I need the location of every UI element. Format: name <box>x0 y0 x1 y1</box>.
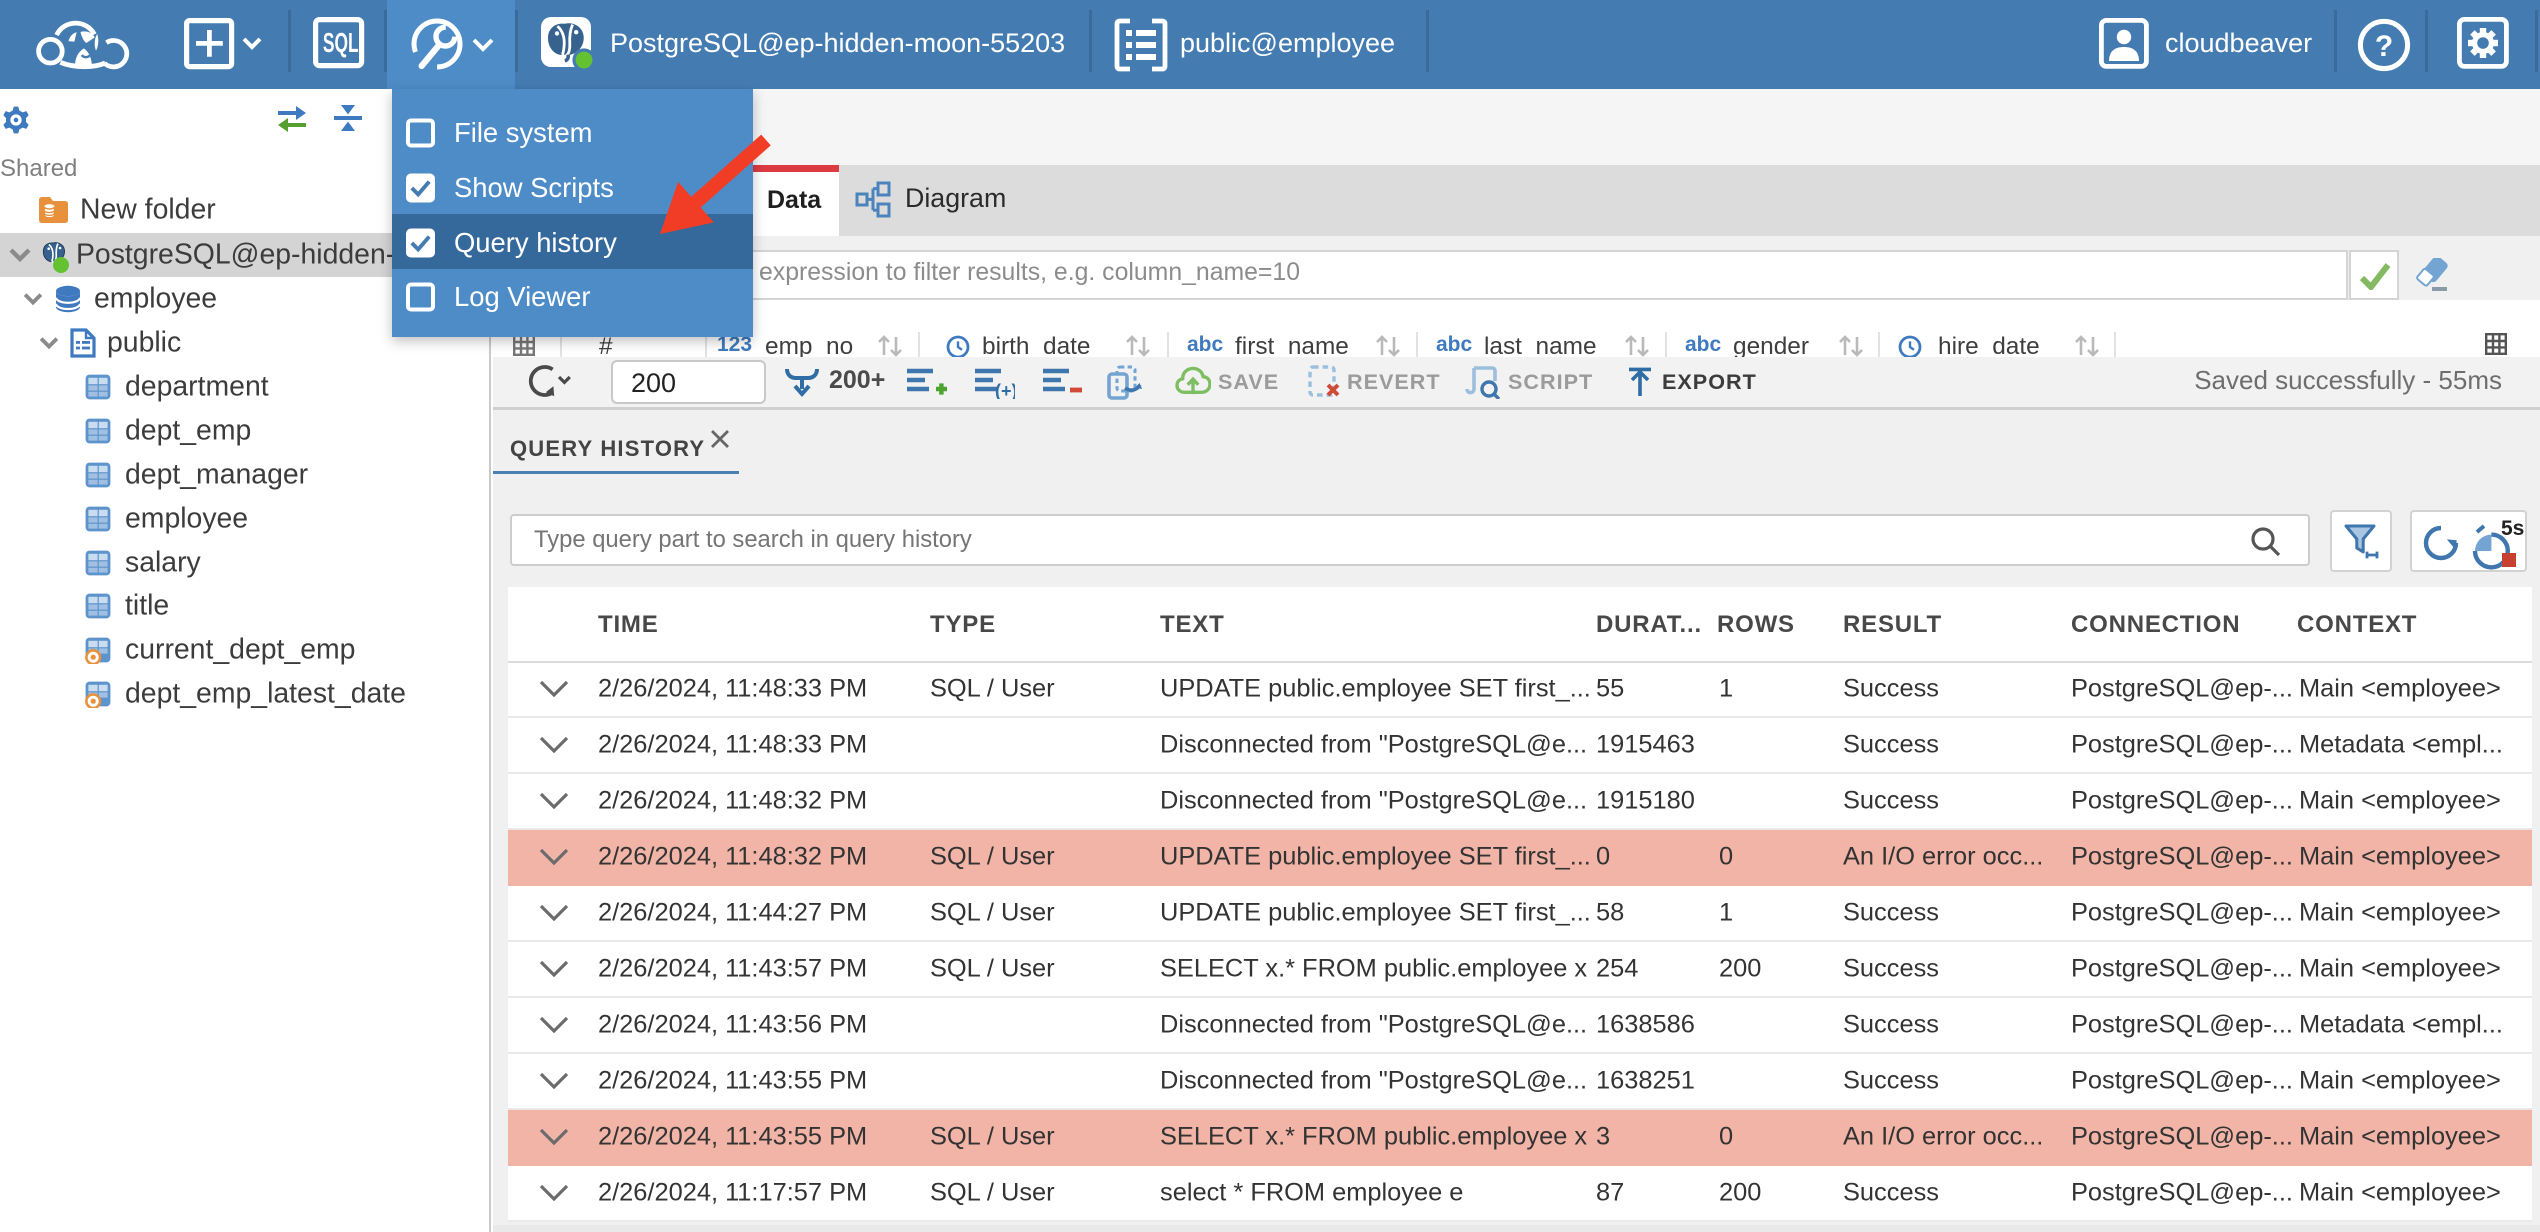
svg-text:5s: 5s <box>2501 517 2524 540</box>
svg-text:?: ? <box>2375 30 2393 63</box>
svg-text:(+): (+) <box>995 381 1015 399</box>
